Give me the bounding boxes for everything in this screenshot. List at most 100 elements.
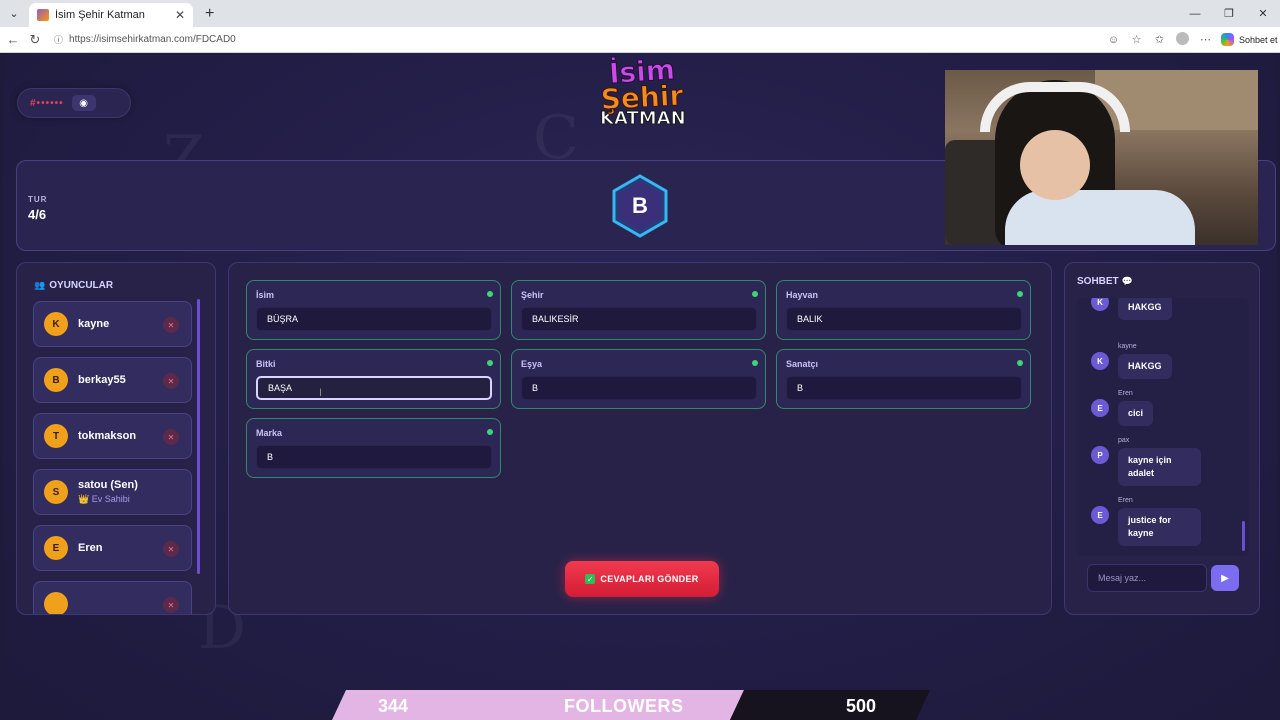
field-label: Bitki — [256, 359, 276, 369]
game-logo: İsim Şehir KATMAN — [599, 53, 686, 129]
chat-sender: Eren — [1118, 390, 1133, 397]
player-name: tokmakson — [78, 430, 137, 442]
tab-close-icon[interactable]: ✕ — [175, 8, 185, 22]
chat-bubble: HAKGG — [1118, 298, 1172, 321]
chat-messages[interactable]: K HAKGG K kayne HAKGG E Eren cici P pax … — [1077, 298, 1249, 556]
reload-icon[interactable]: ↻ — [24, 32, 46, 48]
restore-icon[interactable]: ❐ — [1212, 7, 1246, 20]
site-favicon-icon — [37, 9, 49, 21]
answer-input-marka[interactable]: B — [256, 445, 492, 469]
status-dot — [752, 291, 758, 297]
kick-player-icon[interactable]: ✕ — [163, 429, 179, 445]
field-label: Sanatçı — [786, 359, 819, 369]
streamer-webcam-overlay — [945, 70, 1258, 245]
player-card: K kayne ✕ — [33, 301, 192, 347]
host-badge: 👑 Ev Sahibi — [78, 494, 130, 504]
site-info-icon[interactable]: ⓘ — [54, 33, 63, 46]
kick-player-icon[interactable]: ✕ — [163, 373, 179, 389]
player-avatar: E — [44, 536, 68, 560]
browser-address-bar: ← ↻ ⓘ https://isimsehirkatman.com/FDCAD0… — [0, 27, 1280, 53]
new-tab-button[interactable]: + — [205, 5, 214, 23]
favorite-star-icon[interactable]: ☆ — [1125, 33, 1148, 46]
answer-input-esya[interactable]: B — [521, 376, 757, 400]
chat-sender: pax — [1118, 437, 1130, 444]
status-dot — [1017, 291, 1023, 297]
chat-avatar: E — [1091, 506, 1109, 524]
answer-card-bitki: Bitki BAŞA I — [246, 349, 501, 409]
reader-icon[interactable]: ☺ — [1102, 34, 1125, 46]
player-avatar: K — [44, 312, 68, 336]
players-scrollbar[interactable] — [197, 299, 200, 574]
text-cursor-icon: I — [319, 387, 323, 399]
round-label: TUR — [28, 195, 48, 204]
answer-input-isim[interactable]: BÜŞRA — [256, 307, 492, 331]
more-menu-icon[interactable]: ⋯ — [1194, 33, 1217, 46]
room-code: #•••••• — [30, 97, 64, 109]
profile-icon[interactable] — [1171, 31, 1194, 48]
collections-icon[interactable]: ✩ — [1148, 33, 1171, 46]
answer-input-hayvan[interactable]: BALIK — [786, 307, 1022, 331]
answer-card-sehir: Şehir BALIKESİR — [511, 280, 766, 340]
player-avatar: T — [44, 424, 68, 448]
check-icon: ✓ — [585, 574, 596, 584]
tab-title: İsim Şehir Katman — [55, 9, 145, 21]
kick-player-icon[interactable]: ✕ — [163, 317, 179, 333]
kick-player-icon[interactable]: ✕ — [163, 597, 179, 613]
players-icon: 👥 — [34, 280, 46, 290]
window-controls: — ❐ ✕ — [1178, 0, 1280, 27]
chat-message: E Eren justice for kayne — [1091, 497, 1201, 547]
current-letter-badge: B — [608, 174, 672, 238]
player-card: B berkay55 ✕ — [33, 357, 192, 403]
answers-panel: İsim BÜŞRA Şehir BALIKESİR Hayvan BALIK … — [228, 262, 1052, 615]
answer-card-isim: İsim BÜŞRA — [246, 280, 501, 340]
answer-input-bitki[interactable]: BAŞA I — [256, 376, 492, 400]
tab-list-chevron-icon[interactable]: ⌄ — [3, 3, 25, 25]
show-code-eye-icon[interactable]: ◉ — [71, 95, 96, 111]
close-window-icon[interactable]: ✕ — [1246, 7, 1280, 20]
followers-current: 344 — [378, 696, 409, 716]
player-avatar: B — [44, 368, 68, 392]
status-dot — [487, 429, 493, 435]
browser-tab-bar: ⌄ İsim Şehir Katman ✕ + — ❐ ✕ — [0, 0, 1280, 27]
chat-scrollbar[interactable] — [1242, 521, 1245, 551]
chat-title: SOHBET 💬 — [1077, 276, 1133, 287]
player-card-partial: ✕ — [33, 581, 192, 614]
speech-bubble-icon: 💬 — [1121, 276, 1133, 286]
player-name: satou (Sen) — [78, 479, 138, 491]
chat-avatar: P — [1091, 446, 1109, 464]
field-label: İsim — [256, 290, 275, 300]
kick-player-icon[interactable]: ✕ — [163, 541, 179, 557]
chat-message: E Eren cici — [1091, 390, 1154, 427]
round-value: 4/6 — [28, 207, 47, 222]
field-label: Marka — [256, 428, 283, 438]
answer-input-sanatci[interactable]: B — [786, 376, 1022, 400]
url-field[interactable]: ⓘ https://isimsehirkatman.com/FDCAD0 — [54, 30, 1102, 50]
chat-bubble: justice for kayne — [1118, 508, 1201, 547]
browser-tab[interactable]: İsim Şehir Katman ✕ — [29, 3, 193, 27]
submit-answers-button[interactable]: ✓ CEVAPLARI GÖNDER — [565, 561, 719, 597]
player-avatar: S — [44, 480, 68, 504]
minimize-icon[interactable]: — — [1178, 8, 1212, 20]
followers-label: FOLLOWERS — [564, 696, 684, 716]
players-title: 👥 OYUNCULAR — [34, 280, 114, 291]
chat-message-input[interactable]: Mesaj yaz... — [1087, 564, 1207, 592]
players-panel: 👥 OYUNCULAR K kayne ✕ B berkay55 ✕ T tok… — [16, 262, 216, 615]
status-dot — [487, 291, 493, 297]
back-icon[interactable]: ← — [2, 32, 24, 47]
game-page: Z C D #•••••• ◉ İsim Şehir KATMAN TUR 4/… — [3, 53, 1277, 720]
status-dot — [1017, 360, 1023, 366]
player-name: Eren — [78, 542, 103, 554]
answer-card-marka: Marka B — [246, 418, 501, 478]
send-message-button[interactable]: ▶ — [1211, 565, 1239, 591]
room-code-pill: #•••••• ◉ — [17, 88, 131, 118]
player-avatar — [44, 592, 68, 614]
answer-input-sehir[interactable]: BALIKESİR — [521, 307, 757, 331]
chat-sender: Eren — [1118, 497, 1133, 504]
chat-sender: kayne — [1118, 343, 1137, 350]
followers-goal-bar: 344 FOLLOWERS 500 — [332, 690, 932, 720]
chat-panel: SOHBET 💬 K HAKGG K kayne HAKGG E Eren ci… — [1064, 262, 1260, 615]
answer-card-esya: Eşya B — [511, 349, 766, 409]
chat-avatar: E — [1091, 399, 1109, 417]
copilot-button[interactable]: Sohbet et — [1221, 33, 1278, 46]
chat-message: P pax kayne için adalet — [1091, 437, 1201, 487]
